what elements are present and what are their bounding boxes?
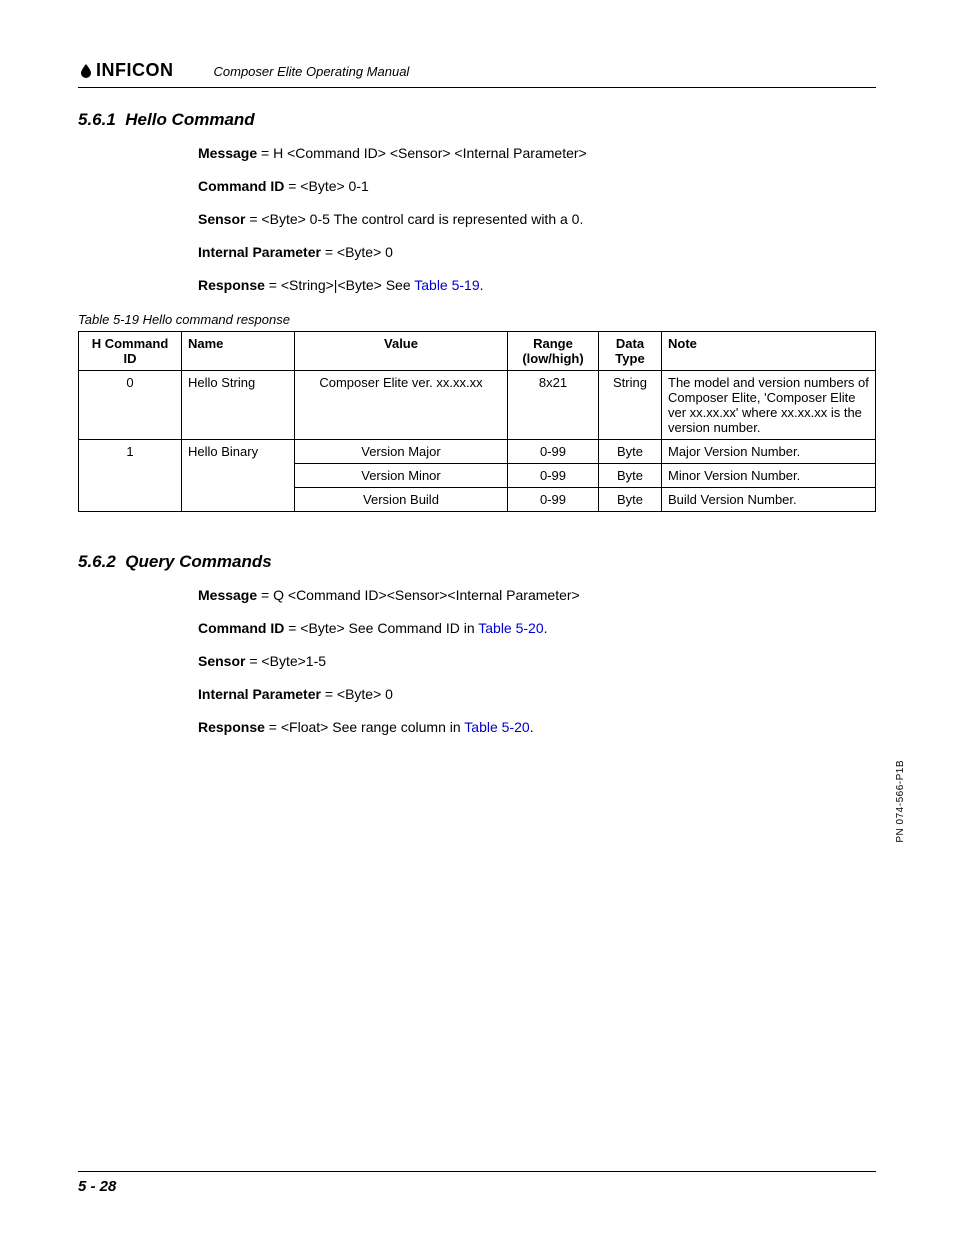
def-response: Response = <Float> See range column in T… bbox=[198, 718, 876, 737]
link-table-5-19[interactable]: Table 5-19 bbox=[414, 277, 479, 293]
col-h-command-id: H Command ID bbox=[79, 332, 182, 371]
hello-definitions: Message = H <Command ID> <Sensor> <Inter… bbox=[198, 144, 876, 294]
def-internal-parameter: Internal Parameter = <Byte> 0 bbox=[198, 685, 876, 704]
def-message: Message = H <Command ID> <Sensor> <Inter… bbox=[198, 144, 876, 163]
query-definitions: Message = Q <Command ID><Sensor><Interna… bbox=[198, 586, 876, 736]
link-table-5-20[interactable]: Table 5-20 bbox=[464, 719, 529, 735]
page-number: 5 - 28 bbox=[78, 1178, 116, 1195]
page: INFICON Composer Elite Operating Manual … bbox=[0, 0, 954, 1235]
link-table-5-20[interactable]: Table 5-20 bbox=[478, 620, 543, 636]
col-range: Range (low/high) bbox=[508, 332, 599, 371]
def-internal-parameter: Internal Parameter = <Byte> 0 bbox=[198, 243, 876, 262]
col-name: Name bbox=[182, 332, 295, 371]
section-heading-query: 5.6.2 Query Commands bbox=[78, 552, 876, 572]
table-5-19: H Command ID Name Value Range (low/high)… bbox=[78, 331, 876, 512]
def-command-id: Command ID = <Byte> See Command ID in Ta… bbox=[198, 619, 876, 638]
brand-text: INFICON bbox=[96, 60, 174, 81]
table-caption-5-19: Table 5-19 Hello command response bbox=[78, 312, 876, 327]
def-command-id: Command ID = <Byte> 0-1 bbox=[198, 177, 876, 196]
table-header-row: H Command ID Name Value Range (low/high)… bbox=[79, 332, 876, 371]
def-response: Response = <String>|<Byte> See Table 5-1… bbox=[198, 276, 876, 295]
table-row: 0 Hello String Composer Elite ver. xx.xx… bbox=[79, 371, 876, 440]
col-data-type: Data Type bbox=[599, 332, 662, 371]
col-note: Note bbox=[662, 332, 876, 371]
manual-title: Composer Elite Operating Manual bbox=[214, 64, 410, 81]
def-message: Message = Q <Command ID><Sensor><Interna… bbox=[198, 586, 876, 605]
section-heading-hello: 5.6.1 Hello Command bbox=[78, 110, 876, 130]
page-footer: 5 - 28 bbox=[78, 1171, 876, 1195]
table-row: 1 Hello Binary Version Major 0-99 Byte M… bbox=[79, 440, 876, 464]
def-sensor: Sensor = <Byte>1-5 bbox=[198, 652, 876, 671]
page-header: INFICON Composer Elite Operating Manual bbox=[78, 60, 876, 88]
col-value: Value bbox=[295, 332, 508, 371]
droplet-icon bbox=[78, 63, 94, 79]
part-number: PN 074-566-P1B bbox=[895, 760, 906, 843]
def-sensor: Sensor = <Byte> 0-5 The control card is … bbox=[198, 210, 876, 229]
brand-logo: INFICON bbox=[78, 60, 174, 81]
